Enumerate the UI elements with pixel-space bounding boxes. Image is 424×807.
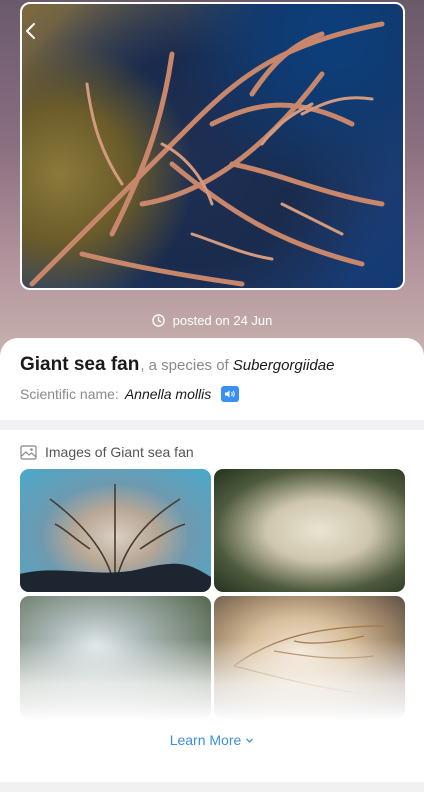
chevron-down-icon	[246, 738, 254, 743]
image-gallery-icon	[20, 444, 37, 460]
speaker-icon	[225, 390, 235, 398]
hero-section: posted on 24 Jun	[0, 0, 424, 360]
scientific-label: Scientific name:	[20, 386, 119, 402]
coral-branch-pattern	[29, 21, 385, 287]
image-fade-overlay	[20, 639, 405, 721]
images-header: Images of Giant sea fan	[0, 430, 424, 460]
main-species-photo[interactable]	[20, 2, 405, 290]
gallery-image[interactable]	[214, 469, 405, 592]
sea-fan-silhouette	[20, 484, 211, 592]
species-title-line: Giant sea fan , a species of Subergorgii…	[20, 354, 404, 376]
learn-more-button[interactable]: Learn More	[0, 732, 424, 748]
posted-text: posted on 24 Jun	[172, 313, 273, 328]
images-title: Images of Giant sea fan	[45, 444, 194, 460]
species-prefix: , a species of	[140, 357, 229, 374]
next-section-card	[0, 792, 424, 807]
back-button[interactable]	[20, 20, 42, 42]
scientific-name-line: Scientific name: Annella mollis	[20, 386, 404, 402]
posted-date: posted on 24 Jun	[0, 313, 424, 328]
clock-icon	[151, 314, 165, 327]
images-section: Images of Giant sea fan Learn More	[0, 430, 424, 782]
species-info-card: Giant sea fan , a species of Subergorgii…	[0, 338, 424, 420]
back-arrow-icon	[26, 23, 35, 39]
gallery-image[interactable]	[20, 469, 211, 592]
pronunciation-button[interactable]	[221, 386, 240, 402]
common-name: Giant sea fan	[20, 354, 140, 375]
learn-more-label: Learn More	[169, 732, 242, 748]
family-name[interactable]: Subergorgiidae	[233, 357, 335, 374]
scientific-name: Annella mollis	[124, 386, 212, 402]
image-grid	[20, 469, 405, 721]
